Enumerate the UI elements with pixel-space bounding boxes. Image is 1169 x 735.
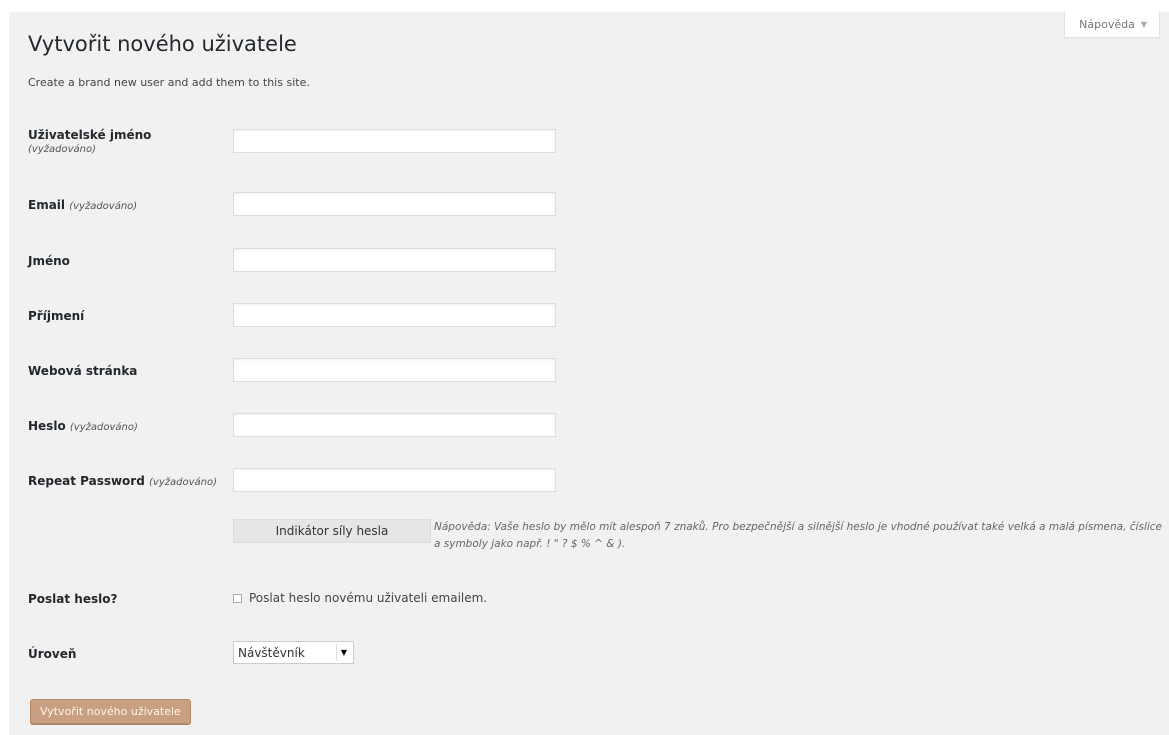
password-input[interactable] — [233, 413, 556, 437]
page-intro: Create a brand new user and add them to … — [28, 76, 310, 89]
send-password-checkbox-label: Poslat heslo novému uživateli emailem. — [249, 591, 488, 605]
username-label-text: Uživatelské jméno — [28, 128, 152, 142]
role-select-value: Návštěvník — [238, 645, 305, 660]
first-name-label: Jméno — [28, 254, 70, 268]
repeat-password-label: Repeat Password (vyžadováno) — [28, 474, 217, 488]
username-input[interactable] — [233, 129, 556, 153]
create-user-button[interactable]: Vytvořit nového uživatele — [30, 699, 191, 724]
last-name-label: Příjmení — [28, 309, 85, 323]
role-label: Úroveň — [28, 647, 77, 661]
password-strength-indicator: Indikátor síly hesla — [233, 519, 431, 543]
repeat-password-label-text: Repeat Password — [28, 474, 145, 488]
admin-content: Nápověda ▼ Vytvořit nového uživatele Cre… — [9, 12, 1169, 735]
email-required-note: (vyžadováno) — [69, 201, 138, 212]
website-label: Webová stránka — [28, 364, 138, 378]
send-password-label: Poslat heslo? — [28, 592, 118, 606]
password-label: Heslo (vyžadováno) — [28, 419, 138, 433]
first-name-input[interactable] — [233, 248, 556, 272]
email-input[interactable] — [233, 192, 556, 216]
triangle-down-icon: ▼ — [1140, 20, 1147, 29]
username-required-note: (vyžadováno) — [28, 144, 96, 155]
repeat-password-required-note: (vyžadováno) — [149, 477, 217, 488]
send-password-option[interactable]: Poslat heslo novému uživateli emailem. — [233, 591, 487, 605]
website-input[interactable] — [233, 358, 556, 382]
page-title: Vytvořit nového uživatele — [28, 32, 297, 56]
last-name-input[interactable] — [233, 303, 556, 327]
role-select[interactable]: Návštěvník ▼ — [233, 641, 354, 664]
send-password-checkbox[interactable] — [233, 593, 242, 603]
chevron-down-icon: ▼ — [336, 644, 351, 661]
password-label-text: Heslo — [28, 419, 66, 433]
username-label: Uživatelské jméno (vyžadováno) — [28, 128, 151, 155]
help-tab-label: Nápověda — [1079, 18, 1135, 31]
email-label: Email (vyžadováno) — [28, 198, 137, 212]
help-tab-button[interactable]: Nápověda ▼ — [1064, 12, 1160, 38]
password-hint: Nápověda: Vaše heslo by mělo mít alespoň… — [434, 521, 1163, 550]
repeat-password-input[interactable] — [233, 468, 556, 492]
password-required-note: (vyžadováno) — [69, 422, 138, 433]
email-label-text: Email — [28, 198, 66, 212]
